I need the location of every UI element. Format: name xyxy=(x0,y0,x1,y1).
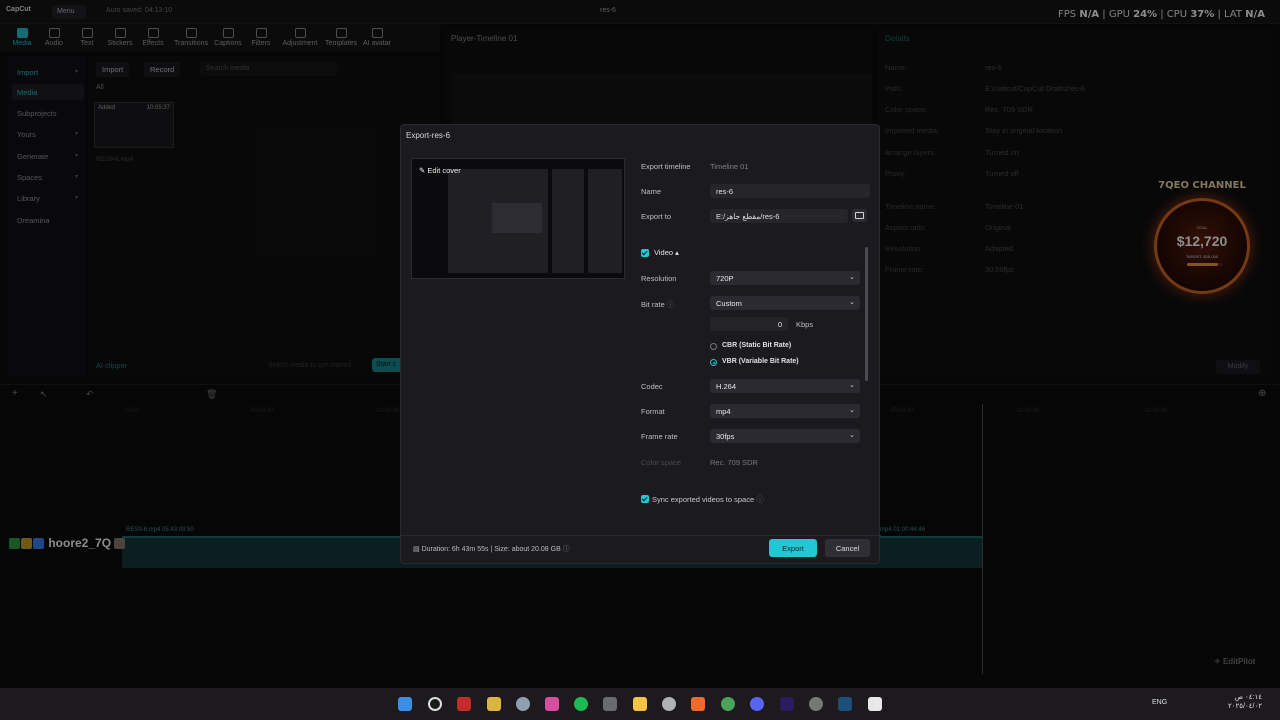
colorspace-value: Rec. 709 SDR xyxy=(710,458,758,467)
dialog-scrollbar[interactable] xyxy=(865,247,868,381)
bitrate-label: Bit rate ⓘ xyxy=(641,299,674,310)
format-label: Format xyxy=(641,407,665,416)
format-select[interactable]: mp4 ⌄ xyxy=(710,404,860,418)
export-info: ▤ Duration: 6h 43m 55s | Size: about 20.… xyxy=(413,544,570,554)
search-icon[interactable] xyxy=(428,697,442,711)
name-field[interactable]: res-6 xyxy=(710,184,870,198)
video-checkbox[interactable] xyxy=(641,249,649,257)
kbps-input[interactable]: 0 xyxy=(710,317,788,331)
info-icon[interactable]: ⓘ xyxy=(756,495,764,504)
steam-icon[interactable] xyxy=(838,697,852,711)
kbps-value: 0 xyxy=(777,320,782,329)
vbr-radio[interactable] xyxy=(710,359,717,366)
cover-frame xyxy=(552,169,584,273)
folder-button[interactable] xyxy=(852,209,867,222)
chevron-down-icon: ⌄ xyxy=(849,432,855,439)
export-dialog: Export-res-6 ✎ Edit cover Export timelin… xyxy=(400,124,881,564)
cbr-label[interactable]: CBR (Static Bit Rate) xyxy=(722,342,791,349)
discord-icon[interactable] xyxy=(750,697,764,711)
info-icon[interactable]: ⓘ xyxy=(563,546,570,553)
export-path-value: E:/مقطع جاهز/res-6 xyxy=(716,212,780,221)
cancel-button[interactable]: Cancel xyxy=(825,539,870,557)
app-icon[interactable] xyxy=(809,697,823,711)
chevron-up-icon: ▴ xyxy=(675,248,679,257)
chevron-down-icon: ⌄ xyxy=(849,299,855,306)
export-timeline-label: Export timeline xyxy=(641,162,691,171)
name-value: res-6 xyxy=(716,187,734,196)
cover-frame xyxy=(492,203,542,233)
cbr-radio[interactable] xyxy=(710,343,717,350)
resolution-value: 720P xyxy=(716,274,734,283)
export-to-label: Export to xyxy=(641,212,672,221)
export-button[interactable]: Export xyxy=(769,539,817,557)
sync-checkbox[interactable] xyxy=(641,495,649,503)
kbps-unit: Kbps xyxy=(796,320,814,329)
settings-icon[interactable] xyxy=(516,697,530,711)
video-section-toggle[interactable]: Video ▴ xyxy=(654,248,679,257)
bitrate-select[interactable]: Custom ⌄ xyxy=(710,296,860,310)
export-path-field[interactable]: E:/مقطع جاهز/res-6 xyxy=(710,209,848,223)
export-cover-preview[interactable] xyxy=(411,158,625,279)
bitrate-label-text: Bit rate xyxy=(641,300,665,309)
edit-cover-button[interactable]: ✎ Edit cover xyxy=(419,166,461,175)
clock[interactable]: ٠٤:١٤ ص ٢٠٢٥/٠٤/٠٢ xyxy=(1222,693,1262,711)
chevron-down-icon: ⌄ xyxy=(849,407,855,414)
bitrate-value: Custom xyxy=(716,299,742,308)
chrome-icon[interactable] xyxy=(721,697,735,711)
app-icon[interactable] xyxy=(545,697,559,711)
sync-label-text: Sync exported videos to space xyxy=(652,495,755,504)
cover-frame xyxy=(588,169,622,273)
taskbar xyxy=(0,688,1280,720)
chevron-down-icon: ⌄ xyxy=(849,382,855,389)
folder-icon xyxy=(855,212,864,219)
folder-icon[interactable] xyxy=(633,697,647,711)
framerate-value: 30fps xyxy=(716,432,735,441)
framerate-select[interactable]: 30fps ⌄ xyxy=(710,429,860,443)
capcut-icon[interactable] xyxy=(868,697,882,711)
app-icon[interactable] xyxy=(457,697,471,711)
dialog-title: Export-res-6 xyxy=(406,131,451,140)
video-label: Video xyxy=(654,248,674,257)
info-icon[interactable]: ⓘ xyxy=(667,300,675,309)
obs-icon[interactable] xyxy=(662,697,676,711)
app-icon[interactable] xyxy=(487,697,501,711)
format-value: mp4 xyxy=(716,407,731,416)
codec-value: H.264 xyxy=(716,382,737,391)
clock-time: ٠٤:١٤ ص xyxy=(1234,694,1262,701)
sync-label[interactable]: Sync exported videos to space ⓘ xyxy=(652,494,764,505)
framerate-label: Frame rate xyxy=(641,432,678,441)
film-icon: ▤ xyxy=(413,546,422,553)
clock-date: ٢٠٢٥/٠٤/٠٢ xyxy=(1228,703,1262,710)
codec-select[interactable]: H.264 ⌄ xyxy=(710,379,860,393)
codec-label: Codec xyxy=(641,382,663,391)
resolution-select[interactable]: 720P ⌄ xyxy=(710,271,860,285)
vbr-label[interactable]: VBR (Variable Bit Rate) xyxy=(722,358,799,365)
resolution-label: Resolution xyxy=(641,274,677,283)
spotify-icon[interactable] xyxy=(574,697,588,711)
edit-cover-label: Edit cover xyxy=(427,166,461,175)
brave-icon[interactable] xyxy=(691,697,705,711)
system-tray-lang[interactable]: ENG xyxy=(1152,699,1167,706)
windows-start-icon[interactable] xyxy=(398,697,412,711)
export-info-text: Duration: 6h 43m 55s | Size: about 20.08… xyxy=(421,546,561,553)
name-label: Name xyxy=(641,187,662,196)
export-timeline-value: Timeline 01 xyxy=(710,162,749,171)
app-icon[interactable] xyxy=(603,697,617,711)
colorspace-label: Color space xyxy=(641,458,682,467)
chevron-down-icon: ⌄ xyxy=(849,274,855,281)
premiere-icon[interactable] xyxy=(780,697,794,711)
